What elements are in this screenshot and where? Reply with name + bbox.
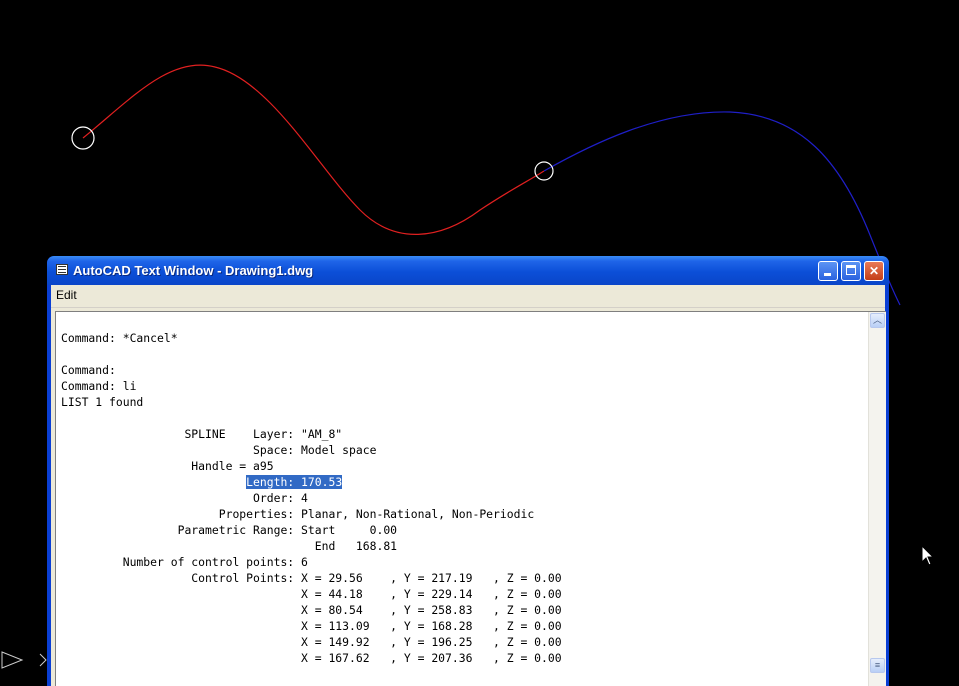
console-line: Command: [61,363,116,377]
text-window[interactable]: AutoCAD Text Window - Drawing1.dwg ✕ Edi… [47,256,889,686]
spline-red[interactable] [82,64,545,235]
console-line: X = 149.92 , Y = 196.25 , Z = 0.00 [61,635,562,649]
console-line: Command: li [61,379,137,393]
command-history-text[interactable]: Command: *Cancel* Command: Command: li LIST… [61,330,562,666]
text-window-icon[interactable] [56,264,68,275]
console-line: Parametric Range: Start 0.00 [61,523,398,537]
console-line: LIST 1 found [61,395,144,409]
command-history[interactable]: Command: *Cancel* Command: Command: li LIST… [55,311,886,686]
console-line: Control Points: X = 29.56 , Y = 217.19 ,… [61,571,562,585]
console-line: X = 44.18 , Y = 229.14 , Z = 0.00 [61,587,562,601]
console-line: Order: 4 [61,491,308,505]
console-line: X = 167.62 , Y = 207.36 , Z = 0.00 [61,651,562,665]
text-window-client: Command: *Cancel* Command: Command: li LIST… [51,308,886,686]
console-line: End 168.81 [61,539,398,553]
window-title: AutoCAD Text Window - Drawing1.dwg [73,263,314,278]
minimize-button[interactable] [818,261,838,281]
chevron-up-icon: ︿ [872,315,882,325]
menu-bar: Edit [51,285,885,308]
minimize-icon [824,273,831,276]
ucs-icon [1,651,47,669]
vertical-scrollbar[interactable]: ︿ ≡ [868,312,886,686]
console-line: Length: 170.53 [61,474,562,490]
close-icon: ✕ [868,264,880,278]
console-line: Handle = a95 [61,459,274,473]
maximize-button[interactable] [841,261,861,281]
console-line: Space: Model space [61,443,377,457]
console-line: Number of control points: 6 [61,555,308,569]
maximize-icon [846,265,856,275]
console-line: X = 113.09 , Y = 168.28 , Z = 0.00 [61,619,562,633]
console-line: SPLINE Layer: "AM_8" [61,427,343,441]
console-line: Properties: Planar, Non-Rational, Non-Pe… [61,507,535,521]
menu-edit[interactable]: Edit [56,288,77,302]
close-button[interactable]: ✕ [864,261,884,281]
grip-icon: ≡ [874,660,881,670]
console-line: Command: *Cancel* [61,331,178,345]
selected-text[interactable]: Length: 170.53 [246,475,343,489]
title-bar[interactable]: AutoCAD Text Window - Drawing1.dwg ✕ [47,256,889,285]
scroll-up-button[interactable]: ︿ [870,313,885,328]
mouse-pointer-icon [921,545,935,566]
console-line: X = 80.54 , Y = 258.83 , Z = 0.00 [61,603,562,617]
